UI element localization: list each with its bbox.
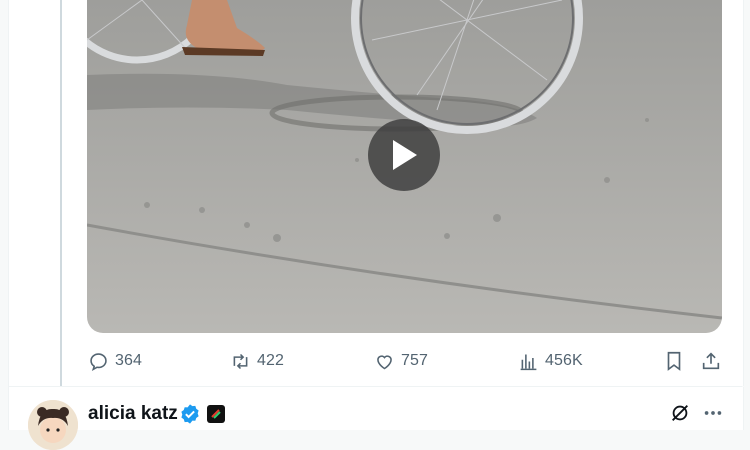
view-count: 456K — [545, 352, 583, 369]
bookmark-icon[interactable] — [663, 350, 685, 372]
repost-count: 422 — [257, 352, 284, 369]
avatar[interactable] — [28, 400, 78, 450]
thread-line — [60, 0, 62, 386]
next-post-header: alicia katz — [8, 387, 744, 450]
verified-badge-icon — [181, 404, 199, 424]
more-icon[interactable] — [701, 402, 725, 424]
reply-count: 364 — [115, 352, 142, 369]
like-icon — [377, 354, 392, 369]
reply-icon — [90, 352, 107, 371]
affiliate-badge — [207, 405, 225, 423]
like-count: 757 — [401, 352, 428, 369]
reply-button[interactable]: 364 — [88, 345, 142, 377]
video-player[interactable] — [87, 0, 722, 333]
grok-icon[interactable] — [669, 402, 691, 424]
author-name[interactable]: alicia katz — [88, 403, 178, 425]
repost-button[interactable]: 422 — [230, 345, 284, 377]
views-icon — [520, 354, 537, 370]
play-icon — [393, 140, 417, 170]
avatar-illustration — [28, 400, 78, 450]
views-button[interactable]: 456K — [518, 345, 583, 377]
post-action-bar: 364 422 757 456K — [0, 345, 750, 377]
like-button[interactable]: 757 — [374, 345, 428, 377]
play-button[interactable] — [368, 119, 440, 191]
repost-icon — [233, 353, 248, 369]
affiliate-logo-icon — [211, 409, 221, 419]
share-icon[interactable] — [700, 350, 722, 372]
